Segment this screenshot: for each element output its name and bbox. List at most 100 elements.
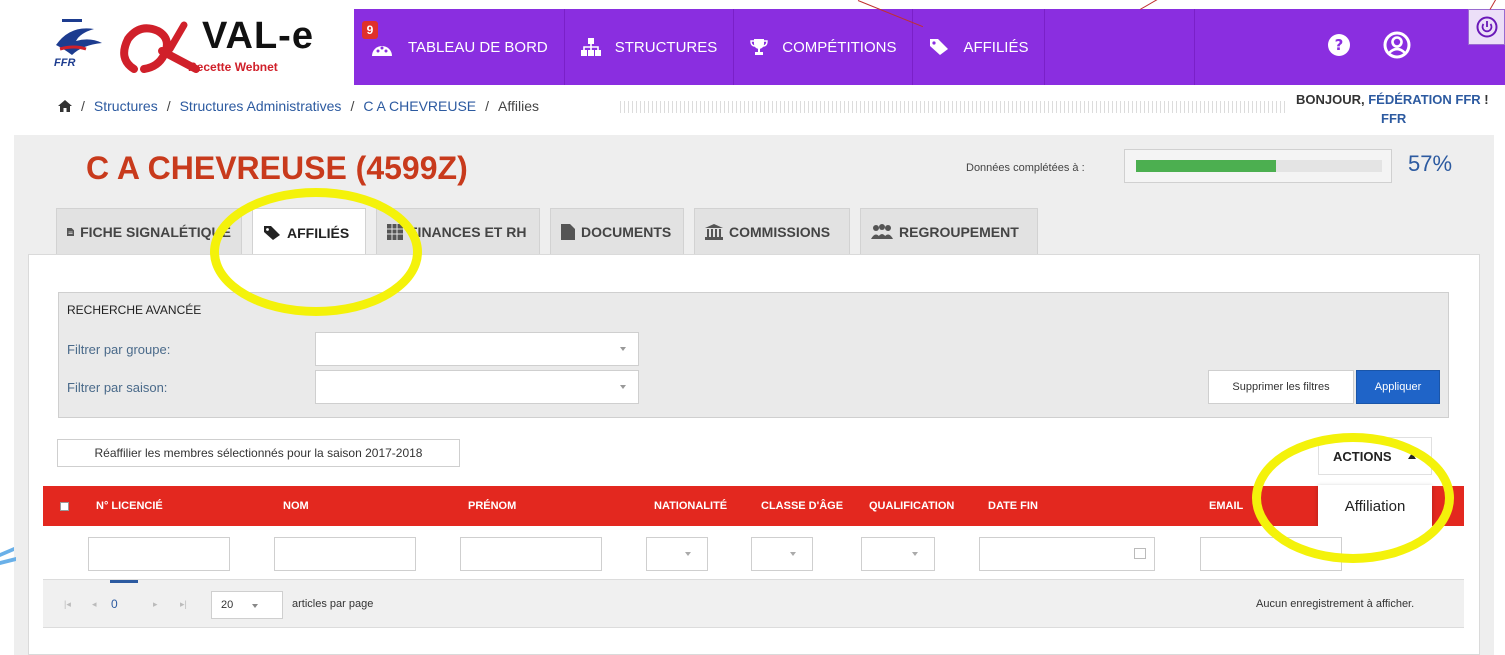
- tab-label: COMMISSIONS: [729, 223, 831, 240]
- tab-affilies[interactable]: AFFILIÉS: [252, 208, 366, 256]
- sitemap-icon: [580, 38, 601, 56]
- filter-group-select[interactable]: [315, 332, 639, 366]
- page-number[interactable]: 0: [111, 597, 118, 611]
- filter-email-input[interactable]: [1200, 537, 1342, 571]
- nav-item-tableau-de-bord[interactable]: 9 TABLEAU DE BORD: [354, 9, 565, 85]
- column-header-email[interactable]: EMAIL: [1209, 500, 1243, 512]
- svg-text:?: ?: [1335, 36, 1344, 54]
- breadcrumb-structures-admin[interactable]: Structures Administratives: [180, 98, 342, 114]
- previous-page-icon[interactable]: ◂: [92, 599, 97, 610]
- tab-finances-rh[interactable]: FINANCES ET RH: [376, 208, 540, 254]
- column-header-prenom[interactable]: PRÉNOM: [468, 500, 516, 512]
- greeting-org-short: FFR: [1381, 111, 1407, 126]
- column-header-nationalite[interactable]: NATIONALITÉ: [654, 500, 727, 512]
- dashboard-icon: [372, 46, 392, 56]
- breadcrumb-separator: /: [166, 98, 171, 114]
- tab-fiche-signaletique[interactable]: FICHE SIGNALÉTIQUE: [56, 208, 242, 254]
- chevron-down-icon: [685, 552, 691, 556]
- column-header-qualification[interactable]: QUALIFICATION: [869, 500, 954, 512]
- select-all-checkbox[interactable]: [60, 502, 69, 511]
- page-size-value: 20: [221, 599, 234, 611]
- tab-label: FINANCES ET RH: [409, 223, 527, 240]
- tab-label: FICHE SIGNALÉTIQUE: [80, 223, 231, 240]
- menu-item-affiliation[interactable]: Affiliation: [1318, 485, 1432, 527]
- brand-subtitle: Recette Webnet: [188, 60, 278, 74]
- nav-label: STRUCTURES: [614, 38, 718, 56]
- group-icon: [871, 223, 893, 239]
- breadcrumb-separator: /: [350, 98, 355, 114]
- tab-label: DOCUMENTS: [581, 223, 672, 240]
- apply-button[interactable]: Appliquer: [1356, 370, 1440, 404]
- reaffiliate-button[interactable]: Réaffilier les membres sélectionnés pour…: [57, 439, 460, 467]
- tab-bar: FICHE SIGNALÉTIQUE AFFILIÉS FINANCES ET …: [56, 208, 1048, 256]
- tab-commissions[interactable]: COMMISSIONS: [694, 208, 850, 254]
- chevron-down-icon: [620, 347, 626, 351]
- breadcrumb-filler: [620, 101, 1288, 113]
- top-navbar: FFR VAL-e Recette Webnet 9 TABLEAU DE BO…: [36, 9, 1505, 85]
- filter-nationalite-select[interactable]: [646, 537, 708, 571]
- greeting-org[interactable]: FÉDÉRATION FFR: [1368, 92, 1480, 107]
- empty-records-message: Aucun enregistrement à afficher.: [1256, 598, 1415, 610]
- filter-season-label: Filtrer par saison:: [67, 380, 168, 395]
- last-page-icon[interactable]: ▸|: [180, 599, 187, 610]
- document-icon: [561, 223, 575, 240]
- chevron-down-icon: [912, 552, 918, 556]
- chevron-down-icon: [790, 552, 796, 556]
- user-icon[interactable]: [1383, 31, 1411, 59]
- filter-nom-input[interactable]: [274, 537, 416, 571]
- column-header-date-fin[interactable]: DATE FIN: [988, 500, 1038, 512]
- breadcrumb-current: Affilies: [498, 98, 540, 114]
- chevron-up-icon: [1407, 453, 1416, 459]
- breadcrumb-club[interactable]: C A CHEVREUSE: [363, 98, 476, 114]
- help-icon[interactable]: ?: [1327, 33, 1351, 57]
- greeting-suffix: !: [1480, 92, 1489, 107]
- filter-classe-age-select[interactable]: [751, 537, 813, 571]
- notification-badge: 9: [362, 21, 378, 39]
- logo-area[interactable]: FFR VAL-e Recette Webnet: [36, 9, 354, 85]
- home-icon[interactable]: [58, 100, 72, 112]
- tag-icon: [264, 225, 280, 240]
- nav-item-competitions[interactable]: COMPÉTITIONS: [734, 9, 914, 85]
- next-page-icon[interactable]: ▸: [153, 599, 158, 610]
- current-page-indicator: [110, 580, 138, 583]
- progress-label: Données complétées à :: [966, 162, 1085, 174]
- user-greeting: BONJOUR, FÉDÉRATION FFR !: [1296, 92, 1489, 107]
- nav-spacer: [1045, 9, 1196, 85]
- column-header-nom[interactable]: NOM: [283, 500, 309, 512]
- file-icon: [67, 227, 75, 236]
- nav-label: AFFILIÉS: [963, 38, 1029, 56]
- logout-button[interactable]: [1468, 9, 1505, 45]
- progress-fill: [1136, 160, 1276, 172]
- filter-date-fin-input[interactable]: [979, 537, 1155, 571]
- tab-regroupement[interactable]: REGROUPEMENT: [860, 208, 1038, 254]
- column-header-classe-age[interactable]: CLASSE D'ÂGE: [761, 500, 843, 512]
- trophy-icon: [750, 39, 768, 55]
- page-title: C A CHEVREUSE (4599Z): [86, 150, 468, 186]
- progress-percent: 57%: [1408, 151, 1453, 176]
- main-nav: 9 TABLEAU DE BORD STRUCTURES COMPÉTITION…: [354, 9, 1196, 85]
- advanced-search-title: RECHERCHE AVANCÉE: [67, 303, 202, 317]
- actions-label: ACTIONS: [1333, 448, 1392, 464]
- filter-licence-input[interactable]: [88, 537, 230, 571]
- breadcrumb: / Structures / Structures Administrative…: [58, 98, 539, 114]
- filter-qualification-select[interactable]: [861, 537, 935, 571]
- chevron-down-icon: [620, 385, 626, 389]
- nav-label: TABLEAU DE BORD: [408, 38, 548, 56]
- filter-prenom-input[interactable]: [460, 537, 602, 571]
- first-page-icon[interactable]: |◂: [64, 599, 71, 610]
- page-size-select[interactable]: 20: [211, 591, 283, 619]
- actions-dropdown-button[interactable]: ACTIONS: [1318, 437, 1432, 475]
- bank-icon: [705, 223, 723, 240]
- filter-season-select[interactable]: [315, 370, 639, 404]
- page-size-label: articles par page: [292, 598, 374, 610]
- breadcrumb-structures[interactable]: Structures: [94, 98, 158, 114]
- calendar-icon[interactable]: [1134, 548, 1146, 559]
- breadcrumb-separator: /: [81, 98, 85, 114]
- column-header-licence[interactable]: N° LICENCIÉ: [96, 500, 163, 512]
- chevron-down-icon: [252, 604, 258, 608]
- nav-item-affilies[interactable]: AFFILIÉS: [913, 9, 1046, 85]
- tab-documents[interactable]: DOCUMENTS: [550, 208, 684, 254]
- tab-label: REGROUPEMENT: [899, 223, 1019, 240]
- nav-item-structures[interactable]: STRUCTURES: [565, 9, 735, 85]
- clear-filters-button[interactable]: Supprimer les filtres: [1208, 370, 1354, 404]
